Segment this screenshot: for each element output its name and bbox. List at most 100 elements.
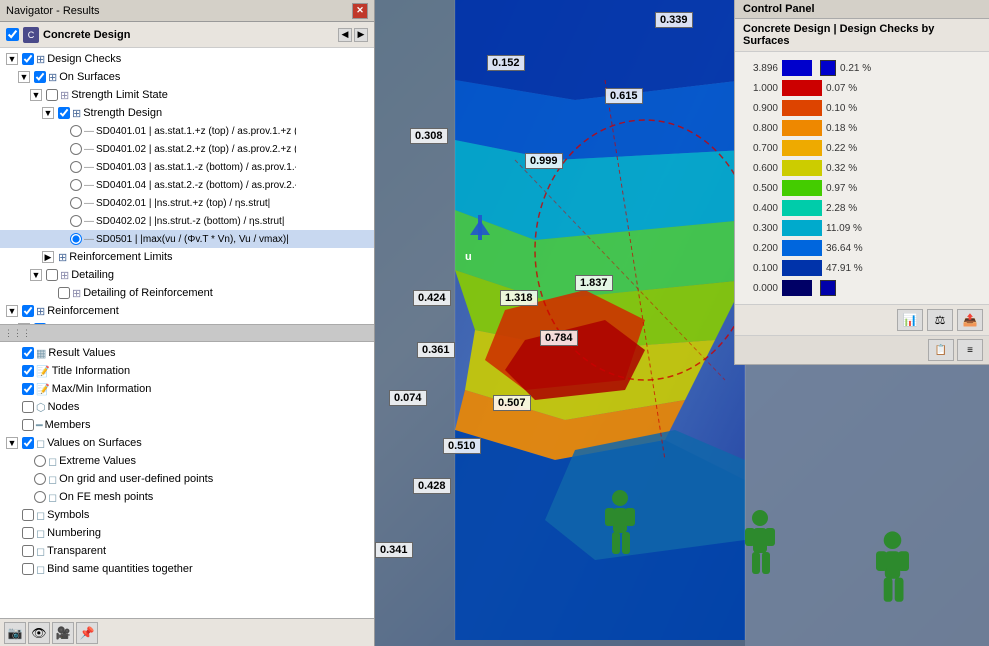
- cb-symbols[interactable]: [22, 509, 34, 521]
- nav-tool-video[interactable]: 🎥: [52, 622, 74, 644]
- tree-item-bind-same[interactable]: ◻ Bind same quantities together: [0, 560, 374, 578]
- cb-detailing-reinf[interactable]: [58, 287, 70, 299]
- expand-detailing[interactable]: ▼: [30, 269, 42, 281]
- tree-item-numbering[interactable]: ◻ Numbering: [0, 524, 374, 542]
- tree-item-sd0501[interactable]: — SD0501 | |max(vu / (Φv.T * Vn), Vu / v…: [0, 230, 374, 248]
- tree-item-result-values[interactable]: ▦ Result Values: [0, 344, 374, 362]
- legend-value-8: 0.300: [743, 223, 778, 234]
- expand-values-on-surfaces[interactable]: ▼: [6, 437, 18, 449]
- cb-maxmin-info[interactable]: [22, 383, 34, 395]
- nav-tool-pin[interactable]: 📌: [76, 622, 98, 644]
- tree-item-detailing-reinf[interactable]: ⊞ Detailing of Reinforcement: [0, 284, 374, 302]
- cb-values-on-surfaces[interactable]: [22, 437, 34, 449]
- radio-sd0501[interactable]: [70, 233, 82, 245]
- legend-value-0: 3.896: [743, 63, 778, 74]
- tree-item-detailing[interactable]: ▼ ⊞ Detailing: [0, 266, 374, 284]
- legend-pct-3: 0.18 %: [826, 123, 876, 134]
- control-panel: Control Panel Concrete Design | Design C…: [734, 0, 989, 365]
- cb-numbering[interactable]: [22, 527, 34, 539]
- radio-sd0401-02[interactable]: [70, 143, 82, 155]
- cb-strength-design[interactable]: [58, 107, 70, 119]
- radio-on-grid[interactable]: [34, 473, 46, 485]
- tree-item-on-grid[interactable]: ◻ On grid and user-defined points: [0, 470, 374, 488]
- cb-members[interactable]: [22, 419, 34, 431]
- tree-item-nodes[interactable]: ⬡ Nodes: [0, 398, 374, 416]
- radio-sd0401-01[interactable]: [70, 125, 82, 137]
- cb-reinforcement[interactable]: [22, 305, 34, 317]
- cp-btn-export[interactable]: 📤: [957, 309, 983, 331]
- tree-item-members[interactable]: ━ Members: [0, 416, 374, 434]
- legend-row-8: 0.30011.09 %: [743, 218, 890, 238]
- tree-item-reinf-limits[interactable]: ▶ ⊞ Reinforcement Limits: [0, 248, 374, 266]
- radio-sd0401-03[interactable]: [70, 161, 82, 173]
- cb-design-checks[interactable]: [22, 53, 34, 65]
- radio-sd0402-02[interactable]: [70, 215, 82, 227]
- on-surfaces-1-label: On Surfaces: [59, 71, 120, 83]
- cp-btn-extra2[interactable]: ≡: [957, 339, 983, 361]
- expand-strength-limit[interactable]: ▼: [30, 89, 42, 101]
- cb-detailing[interactable]: [46, 269, 58, 281]
- concrete-design-checkbox[interactable]: [6, 28, 19, 41]
- expand-reinf-limits[interactable]: ▶: [42, 251, 54, 263]
- title-info-label: Title Information: [52, 365, 130, 377]
- reinf-limits-label: Reinforcement Limits: [69, 251, 172, 263]
- legend-color-6: [782, 180, 822, 196]
- cb-strength-limit[interactable]: [46, 89, 58, 101]
- expand-reinforcement[interactable]: ▼: [6, 305, 18, 317]
- nav-arrow-left[interactable]: ◀: [338, 28, 352, 42]
- tree-item-values-on-surfaces[interactable]: ▼ ◻ Values on Surfaces: [0, 434, 374, 452]
- tree-item-sd0402-02[interactable]: — SD0402.02 | |ns.strut.-z (bottom) / ηs…: [0, 212, 374, 230]
- tree-item-reinforcement[interactable]: ▼ ⊞ Reinforcement: [0, 302, 374, 320]
- sd0401-01-label: SD0401.01 | as.stat.1.+z (top) / as.prov…: [96, 126, 296, 137]
- nav-tool-camera[interactable]: 📷: [4, 622, 26, 644]
- cb-bind-same[interactable]: [22, 563, 34, 575]
- radio-extreme-values[interactable]: [34, 455, 46, 467]
- tree-item-transparent[interactable]: ◻ Transparent: [0, 542, 374, 560]
- maxmin-info-label: Max/Min Information: [52, 383, 152, 395]
- tree-item-maxmin-info[interactable]: 📝 Max/Min Information: [0, 380, 374, 398]
- legend-value-7: 0.400: [743, 203, 778, 214]
- cp-btn-chart[interactable]: 📊: [897, 309, 923, 331]
- nav-tool-eye[interactable]: 👁: [28, 622, 50, 644]
- legend-pct-7: 2.28 %: [826, 203, 876, 214]
- tree-item-design-checks[interactable]: ▼ ⊞ Design Checks: [0, 50, 374, 68]
- tree-item-sd0401-04[interactable]: — SD0401.04 | as.stat.2.-z (bottom) / as…: [0, 176, 374, 194]
- cb-nodes[interactable]: [22, 401, 34, 413]
- radio-on-fe-mesh[interactable]: [34, 491, 46, 503]
- expand-strength-design[interactable]: ▼: [42, 107, 54, 119]
- tree-item-sd0402-01[interactable]: — SD0402.01 | |ns.strut.+z (top) / ηs.st…: [0, 194, 374, 212]
- transparent-label: Transparent: [47, 545, 106, 557]
- extreme-values-label: Extreme Values: [59, 455, 136, 467]
- legend-pct-1: 0.07 %: [826, 83, 876, 94]
- tree-item-symbols[interactable]: ◻ Symbols: [0, 506, 374, 524]
- legend-color-10: [782, 260, 822, 276]
- legend-row-9: 0.20036.64 %: [743, 238, 890, 258]
- expand-design-checks[interactable]: ▼: [6, 53, 18, 65]
- on-grid-label: On grid and user-defined points: [59, 473, 213, 485]
- tree-item-sd0401-01[interactable]: — SD0401.01 | as.stat.1.+z (top) / as.pr…: [0, 122, 374, 140]
- legend-color-11: [782, 280, 812, 296]
- tree-item-on-fe-mesh[interactable]: ◻ On FE mesh points: [0, 488, 374, 506]
- numbering-label: Numbering: [47, 527, 101, 539]
- radio-sd0401-04[interactable]: [70, 179, 82, 191]
- cb-title-info[interactable]: [22, 365, 34, 377]
- navigator-close-button[interactable]: ✕: [352, 3, 368, 19]
- cb-result-values[interactable]: [22, 347, 34, 359]
- tree-item-on-surfaces-1[interactable]: ▼ ⊞ On Surfaces: [0, 68, 374, 86]
- control-panel-bottom-toolbar: 📊 ⚖ 📤: [735, 304, 989, 335]
- section-separator[interactable]: ⋮⋮⋮: [0, 324, 374, 342]
- radio-sd0402-01[interactable]: [70, 197, 82, 209]
- tree-item-extreme-values[interactable]: ◻ Extreme Values: [0, 452, 374, 470]
- expand-on-surfaces-1[interactable]: ▼: [18, 71, 30, 83]
- sd0401-02-label: SD0401.02 | as.stat.2.+z (top) / as.prov…: [96, 144, 296, 155]
- cb-on-surfaces-1[interactable]: [34, 71, 46, 83]
- cp-btn-extra1[interactable]: 📋: [928, 339, 954, 361]
- tree-item-sd0401-02[interactable]: — SD0401.02 | as.stat.2.+z (top) / as.pr…: [0, 140, 374, 158]
- tree-item-strength-limit[interactable]: ▼ ⊞ Strength Limit State: [0, 86, 374, 104]
- tree-item-sd0401-03[interactable]: — SD0401.03 | as.stat.1.-z (bottom) / as…: [0, 158, 374, 176]
- cp-btn-balance[interactable]: ⚖: [927, 309, 953, 331]
- cb-transparent[interactable]: [22, 545, 34, 557]
- tree-item-strength-design[interactable]: ▼ ⊞ Strength Design: [0, 104, 374, 122]
- nav-arrow-right[interactable]: ▶: [354, 28, 368, 42]
- tree-item-title-info[interactable]: 📝 Title Information: [0, 362, 374, 380]
